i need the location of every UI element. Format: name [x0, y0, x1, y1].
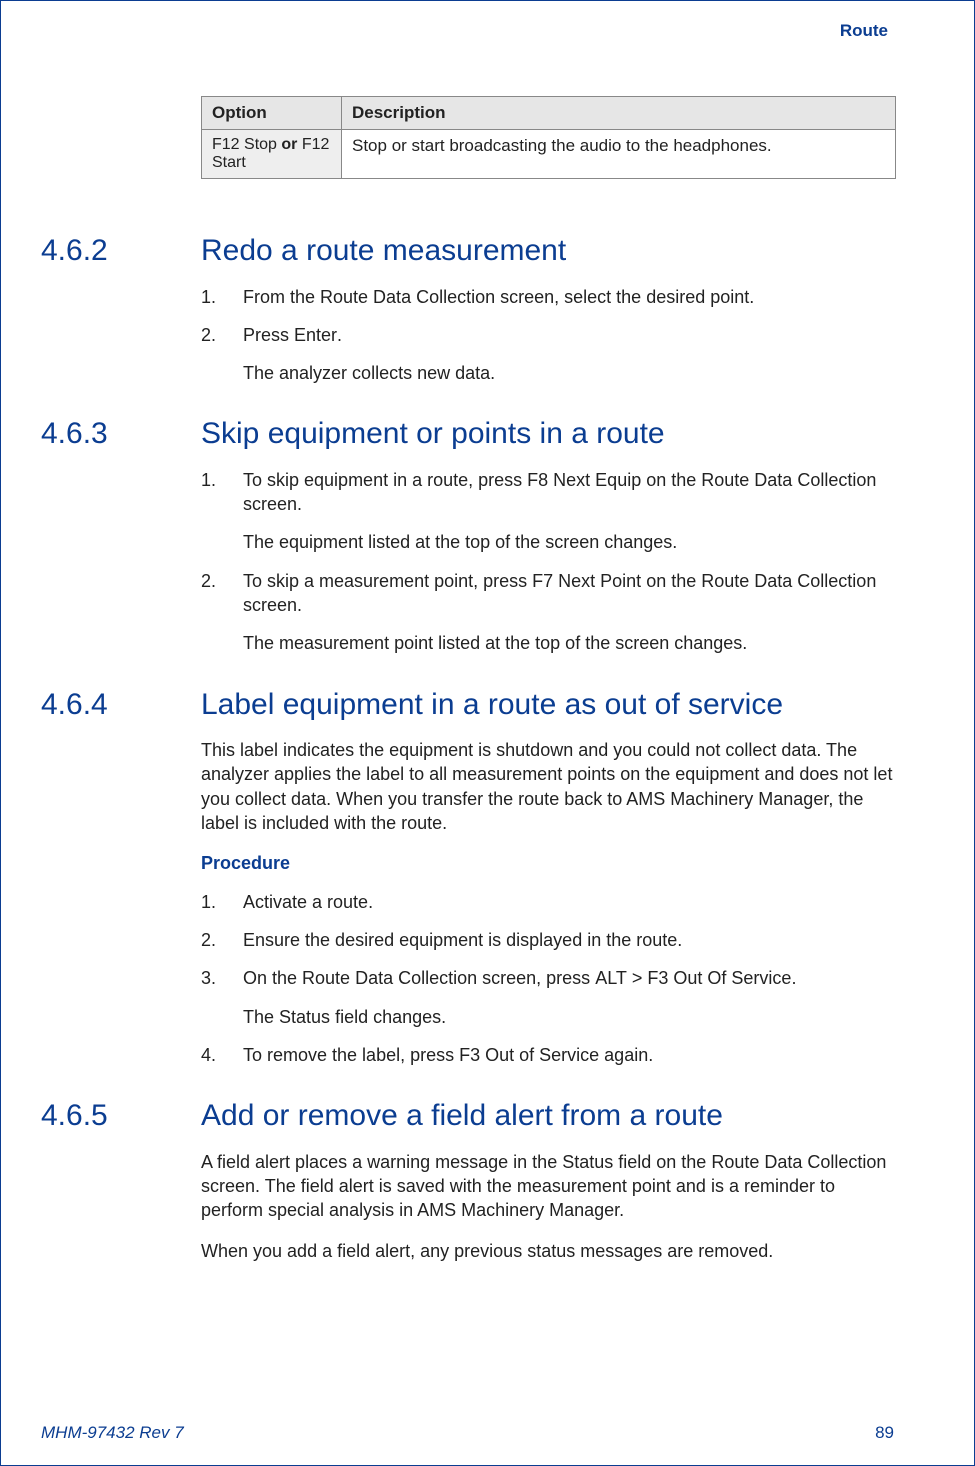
list-item: Activate a route.: [201, 890, 894, 914]
step-result: The equipment listed at the top of the s…: [243, 530, 894, 554]
description-cell: Stop or start broadcasting the audio to …: [342, 130, 896, 179]
step-text: .: [337, 325, 342, 345]
key-label: F3 Out Of Service: [647, 968, 791, 988]
section-title: Label equipment in a route as out of ser…: [201, 688, 783, 723]
table-header-row: Option Description: [202, 97, 896, 130]
paragraph: A field alert places a warning message i…: [201, 1150, 894, 1223]
procedure-label: Procedure: [201, 851, 894, 875]
page-footer: MHM-97432 Rev 7 89: [41, 1423, 894, 1443]
key-label: F7 Next Point: [532, 571, 641, 591]
section-464: 4.6.4 Label equipment in a route as out …: [41, 688, 894, 1067]
step-text: Activate a route.: [243, 892, 373, 912]
step-text: again.: [599, 1045, 653, 1065]
section-title: Redo a route measurement: [201, 234, 566, 269]
section-number: 4.6.2: [41, 234, 201, 268]
section-title: Skip equipment or points in a route: [201, 417, 665, 452]
step-result: The analyzer collects new data.: [243, 361, 894, 385]
step-text: Ensure the desired equipment is displaye…: [243, 930, 682, 950]
chapter-tag: Route: [41, 21, 894, 41]
page-number: 89: [875, 1423, 894, 1443]
list-item: On the Route Data Collection screen, pre…: [201, 966, 894, 1029]
section-title: Add or remove a field alert from a route: [201, 1099, 723, 1134]
paragraph: When you add a field alert, any previous…: [201, 1239, 894, 1263]
doc-revision: MHM-97432 Rev 7: [41, 1423, 184, 1443]
list-item: To skip a measurement point, press F7 Ne…: [201, 569, 894, 656]
text: field changes.: [330, 1007, 446, 1027]
paragraph: This label indicates the equipment is sh…: [201, 738, 894, 835]
list-item: From the Route Data Collection screen, s…: [201, 285, 894, 309]
key-label: Status: [562, 1152, 613, 1172]
key-label: Enter: [294, 325, 337, 345]
step-result: The Status field changes.: [243, 1005, 894, 1029]
text: A field alert places a warning message i…: [201, 1152, 562, 1172]
key-label: Status: [279, 1007, 330, 1027]
section-465: 4.6.5 Add or remove a field alert from a…: [41, 1099, 894, 1263]
table-row: F12 Stop or F12 Start Stop or start broa…: [202, 130, 896, 179]
step-result: The measurement point listed at the top …: [243, 631, 894, 655]
options-table: Option Description F12 Stop or F12 Start…: [201, 96, 896, 179]
section-number: 4.6.5: [41, 1099, 201, 1133]
section-463: 4.6.3 Skip equipment or points in a rout…: [41, 417, 894, 655]
key-label: F8 Next Equip: [527, 470, 641, 490]
key-label: F3 Out of Service: [459, 1045, 599, 1065]
section-462: 4.6.2 Redo a route measurement From the …: [41, 234, 894, 385]
section-number: 4.6.4: [41, 688, 201, 722]
key-label: F12 Stop: [212, 136, 277, 153]
step-text: .: [791, 968, 796, 988]
section-number: 4.6.3: [41, 417, 201, 451]
list-item: To skip equipment in a route, press F8 N…: [201, 468, 894, 555]
col-description: Description: [342, 97, 896, 130]
list-item: Press Enter. The analyzer collects new d…: [201, 323, 894, 386]
option-cell: F12 Stop or F12 Start: [202, 130, 342, 179]
text-bold: or: [277, 136, 302, 153]
col-option: Option: [202, 97, 342, 130]
list-item: To remove the label, press F3 Out of Ser…: [201, 1043, 894, 1067]
step-text: >: [627, 968, 648, 988]
step-text: To skip a measurement point, press: [243, 571, 532, 591]
step-text: From the Route Data Collection screen, s…: [243, 287, 754, 307]
list-item: Ensure the desired equipment is displaye…: [201, 928, 894, 952]
step-text: To skip equipment in a route, press: [243, 470, 527, 490]
key-label: ALT: [595, 968, 627, 988]
step-text: On the Route Data Collection screen, pre…: [243, 968, 595, 988]
step-text: To remove the label, press: [243, 1045, 459, 1065]
step-text: Press: [243, 325, 294, 345]
text: The: [243, 1007, 279, 1027]
